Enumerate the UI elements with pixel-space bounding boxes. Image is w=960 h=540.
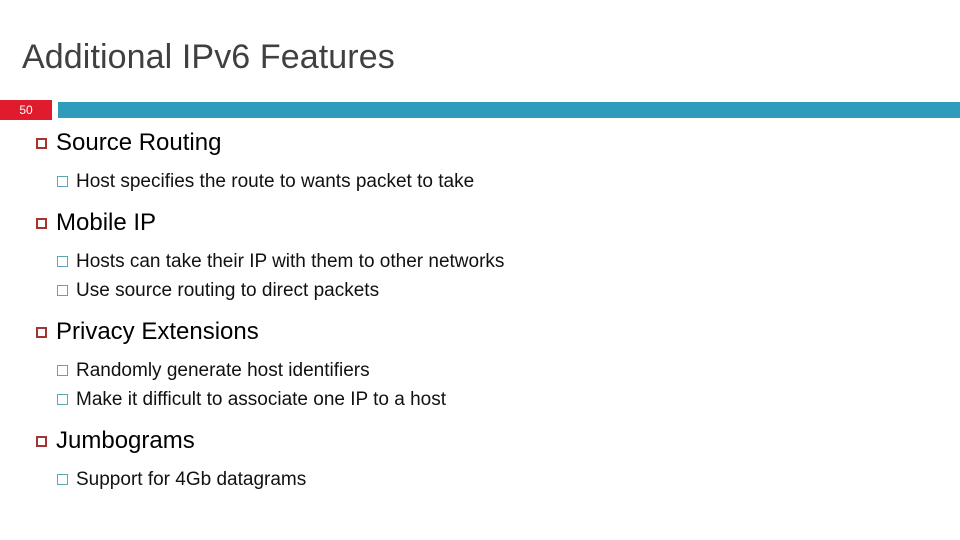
bullet-level1: Source Routing — [0, 126, 960, 160]
bullet-level2: Use source routing to direct packets — [0, 276, 960, 305]
content-group: Mobile IP Hosts can take their IP with t… — [0, 206, 960, 305]
bullet-level2-label: Make it difficult to associate one IP to… — [76, 389, 447, 410]
bullet-level1: Mobile IP — [0, 206, 960, 240]
slide-body: Source Routing Host specifies the route … — [0, 126, 960, 494]
square-sub-bullet-icon — [57, 285, 68, 296]
bullet-level2-label: Randomly generate host identifiers — [76, 360, 370, 381]
content-group: Privacy Extensions Randomly generate hos… — [0, 315, 960, 414]
square-sub-bullet-icon — [57, 394, 68, 405]
bullet-level2-label: Host specifies the route to wants packet… — [76, 171, 475, 192]
bullet-level1-label: Mobile IP — [56, 209, 157, 236]
bullet-level2-label: Hosts can take their IP with them to oth… — [76, 251, 505, 272]
square-sub-bullet-icon — [57, 176, 68, 187]
bullet-level1-label: Privacy Extensions — [56, 318, 259, 345]
slide: Additional IPv6 Features 50 Source Routi… — [0, 0, 960, 540]
slide-number-badge: 50 — [0, 100, 52, 120]
content-group: Source Routing Host specifies the route … — [0, 126, 960, 196]
bullet-level2: Host specifies the route to wants packet… — [0, 167, 960, 196]
bullet-level2: Make it difficult to associate one IP to… — [0, 385, 960, 414]
divider-bar — [58, 102, 960, 118]
square-sub-bullet-icon — [57, 256, 68, 267]
bullet-level2-label: Support for 4Gb datagrams — [76, 469, 307, 490]
title-divider: 50 — [0, 100, 960, 120]
square-sub-bullet-icon — [57, 474, 68, 485]
bullet-level1-label: Jumbograms — [56, 427, 195, 454]
bullet-level1: Jumbograms — [0, 424, 960, 458]
page-title: Additional IPv6 Features — [22, 38, 395, 76]
bullet-level1: Privacy Extensions — [0, 315, 960, 349]
bullet-level1-label: Source Routing — [56, 129, 222, 156]
square-bullet-icon — [36, 436, 47, 447]
square-bullet-icon — [36, 218, 47, 229]
content-group: Jumbograms Support for 4Gb datagrams — [0, 424, 960, 494]
bullet-level2: Hosts can take their IP with them to oth… — [0, 247, 960, 276]
square-bullet-icon — [36, 327, 47, 338]
bullet-level2: Randomly generate host identifiers — [0, 356, 960, 385]
bullet-level2: Support for 4Gb datagrams — [0, 465, 960, 494]
square-sub-bullet-icon — [57, 365, 68, 376]
square-bullet-icon — [36, 138, 47, 149]
bullet-level2-label: Use source routing to direct packets — [76, 280, 380, 301]
